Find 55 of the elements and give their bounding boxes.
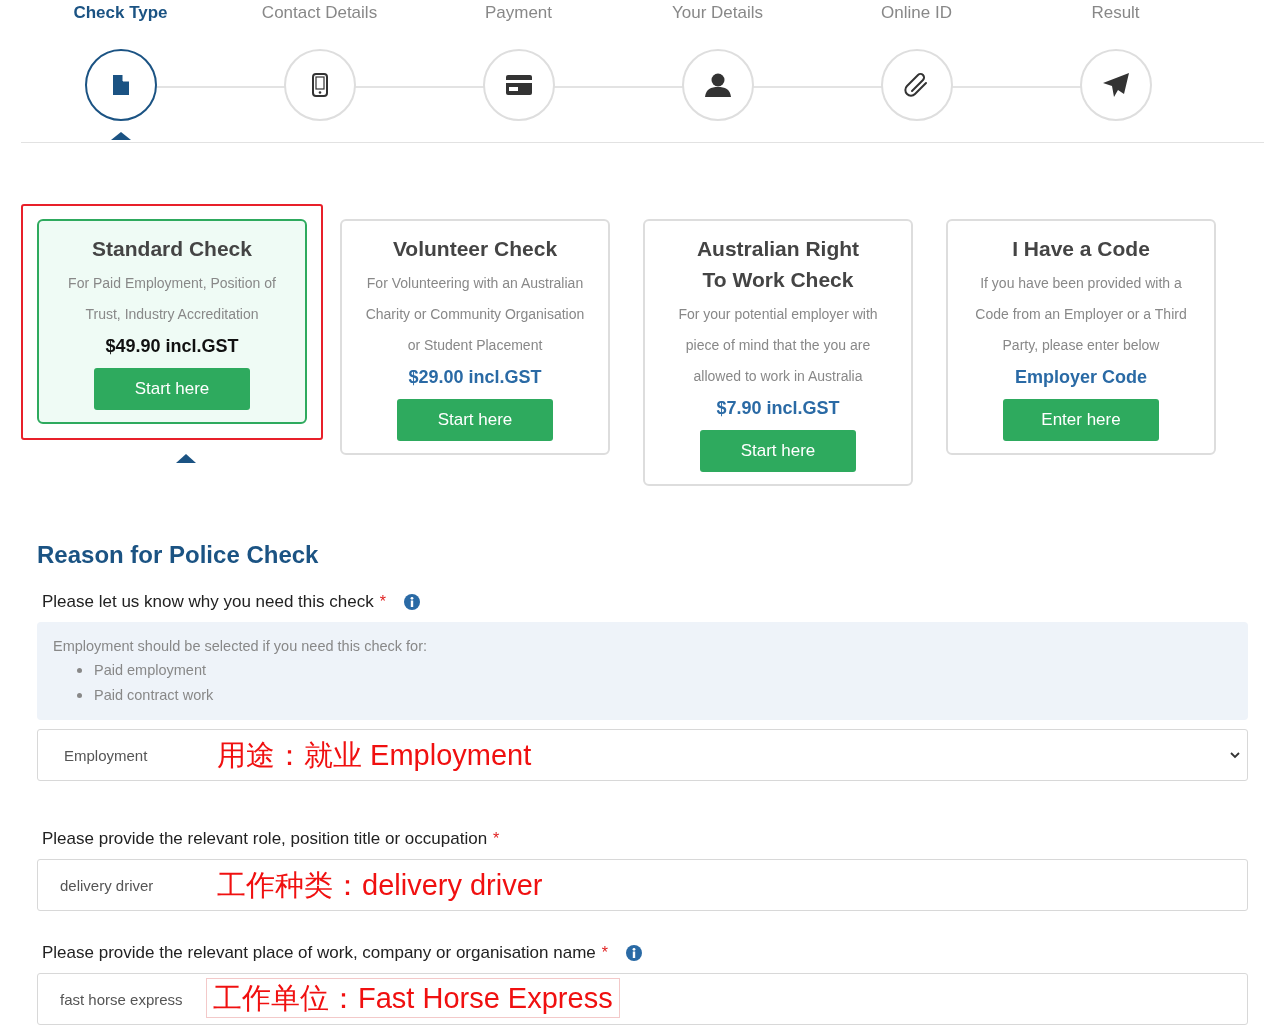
start-button[interactable]: Enter here: [1003, 399, 1159, 441]
document-icon: [112, 75, 129, 95]
price-text: $7.90 incl.GST: [716, 397, 840, 420]
card-title: Australian Right To Work Check: [695, 236, 861, 293]
section-heading: Reason for Police Check: [37, 540, 320, 570]
card-title: Volunteer Check: [391, 236, 559, 262]
credit-card-icon: [505, 75, 532, 95]
required-asterisk: *: [493, 830, 500, 848]
step-label[interactable]: Contact Details: [261, 3, 378, 23]
start-button[interactable]: Start here: [397, 399, 553, 441]
check-type-card[interactable]: Australian Right To Work Check For your potential employer with piece of mind that the you are allowed to work in Australia $7.90 incl.GST Start here: [643, 219, 913, 486]
card-description: For your potential employer with piece of mind that the you are allowed to work in Australia: [677, 305, 879, 386]
annotation-text: 工作种类：delivery driver: [216, 868, 544, 902]
step-label[interactable]: Result: [1091, 3, 1140, 23]
info-icon[interactable]: [626, 945, 642, 961]
field-label: Please let us know why you need this check: [42, 592, 374, 612]
price-text: $49.90 incl.GST: [105, 335, 239, 358]
paperclip-icon: [903, 72, 930, 98]
card-title: I Have a Code: [1011, 236, 1151, 262]
check-type-card[interactable]: Standard Check For Paid Employment, Position of Trust, Industry Accreditation $49.90 incl.GST Start here: [37, 219, 307, 424]
annotation-text: 工作单位：Fast Horse Express: [206, 978, 620, 1018]
step-label[interactable]: Online ID: [881, 3, 952, 23]
phone-icon: [311, 73, 328, 97]
price-text: $29.00 incl.GST: [408, 366, 542, 389]
required-asterisk: *: [601, 944, 608, 962]
pointer-triangle: [110, 132, 131, 140]
start-button[interactable]: Start here: [700, 430, 856, 472]
card-description: For Paid Employment, Position of Trust, Industry Accreditation: [67, 274, 277, 324]
bullet-icon: [77, 668, 82, 673]
required-asterisk: *: [379, 593, 386, 611]
info-icon[interactable]: [403, 594, 420, 610]
input-field[interactable]: fast horse express 工作单位：Fast Horse Express: [37, 973, 1248, 1025]
input-field[interactable]: delivery driver 工作种类：delivery driver: [37, 859, 1248, 911]
card-description: For Volunteering with an Australian Charity or Community Organisation or Student Placement: [364, 274, 586, 355]
chevron-down-icon: [1230, 752, 1240, 759]
card-description: If you have been provided with a Code from an Employer or a Third Party, please enter below: [974, 274, 1188, 355]
person-icon: [704, 73, 731, 97]
bullet-icon: [77, 693, 82, 698]
check-type-card[interactable]: I Have a Code If you have been provided with a Code from an Employer or a Third Party, please enter below Employer Code Enter here: [946, 219, 1216, 455]
help-list-item: Paid employment: [94, 661, 207, 680]
help-text: Employment should be selected if you need this check for:: [53, 637, 428, 656]
select-field[interactable]: Employment 用途：就业 Employment: [37, 729, 1248, 781]
check-type-card[interactable]: Volunteer Check For Volunteering with an Australian Charity or Community Organisation or Student Placement $29.00 incl.GST Start here: [340, 219, 610, 455]
help-list-item: Paid contract work: [94, 686, 214, 705]
field-label: Please provide the relevant role, position title or occupation: [42, 829, 488, 849]
field-label: Please provide the relevant place of work, company or organisation name: [42, 943, 596, 963]
card-title: Standard Check: [91, 236, 253, 262]
paper-plane-icon: [1102, 73, 1129, 97]
step-label[interactable]: Your Details: [671, 3, 763, 23]
step-label[interactable]: Check Type: [73, 3, 168, 23]
step-label[interactable]: Payment: [484, 3, 553, 23]
pointer-triangle: [176, 454, 196, 463]
annotation-text: 用途：就业 Employment: [216, 738, 533, 772]
employer-code-label: Employer Code: [1015, 366, 1147, 389]
start-button[interactable]: Start here: [94, 368, 250, 410]
